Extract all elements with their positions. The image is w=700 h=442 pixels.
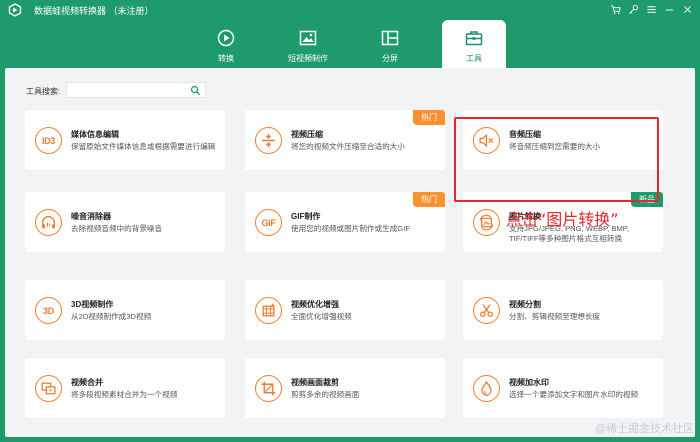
tool-search-input[interactable] xyxy=(70,84,185,96)
app-logo-icon xyxy=(8,3,22,17)
watermark-icon xyxy=(473,375,500,402)
scissors-icon xyxy=(473,297,500,324)
tool-card-noise-remover[interactable]: 噪音消除器 去除视频音频中的背景噪音 xyxy=(25,192,225,252)
compress-icon xyxy=(255,127,282,154)
tool-card-video-crop[interactable]: 视频画面裁剪 剪剪多余的视频画面 xyxy=(245,358,445,418)
search-icon[interactable] xyxy=(190,85,201,96)
audio-compress-icon xyxy=(473,127,500,154)
annotation-text: 点击“图片转换” xyxy=(506,210,619,229)
3d-icon: 3D xyxy=(35,297,62,324)
new-badge: 新品 xyxy=(631,192,663,207)
tab-convert[interactable]: 转换 xyxy=(194,20,258,68)
image-icon xyxy=(299,30,317,46)
enhance-icon xyxy=(255,297,282,324)
watermark-text: @稀土掘金技术社区 xyxy=(594,423,694,435)
tab-tools[interactable]: 工具 xyxy=(442,20,506,68)
tool-card-video-watermark[interactable]: 视频加水印 选择一个要添加文字和图片水印的视频 xyxy=(463,358,663,418)
minimize-icon[interactable] xyxy=(662,2,676,16)
title-bar: 数据蛙视频转换器 （未注册） xyxy=(0,0,700,20)
hot-badge: 热门 xyxy=(413,192,445,207)
tool-search-box xyxy=(66,82,206,98)
tool-card-video-compress[interactable]: 视频压缩 将您的视频文件压缩至合适的大小 热门 xyxy=(245,110,445,170)
tool-card-3d-video[interactable]: 3D 3D视频制作 从2D视频制作成3D视频 xyxy=(25,280,225,340)
gif-icon: GIF xyxy=(255,209,282,236)
tools-panel: 工具搜索: ID3 媒体信息编辑 保留原始文件媒体信息或根据需要进行编辑 视频压… xyxy=(5,68,695,437)
main-tabs: 转换 短视频制作 分屏 工具 xyxy=(0,20,700,68)
tool-card-audio-compress[interactable]: 音频压缩 将音频压缩到您需要的大小 xyxy=(463,110,663,170)
split-screen-icon xyxy=(381,30,399,46)
tool-card-video-enhance[interactable]: 视频优化增强 全面优化增强视频 xyxy=(245,280,445,340)
crop-icon xyxy=(255,375,282,402)
tab-short-video[interactable]: 短视频制作 xyxy=(276,20,340,68)
image-convert-icon xyxy=(473,209,500,236)
key-icon[interactable] xyxy=(626,2,640,16)
merge-icon xyxy=(35,375,62,402)
search-label: 工具搜索: xyxy=(26,87,61,96)
tab-split-screen[interactable]: 分屏 xyxy=(358,20,422,68)
tool-card-video-merge[interactable]: 视频合并 将多段视频素材合并为一个视频 xyxy=(25,358,225,418)
toolbox-icon xyxy=(465,31,483,46)
id3-icon: ID3 xyxy=(35,127,62,154)
app-title: 数据蛙视频转换器 （未注册） xyxy=(34,6,154,16)
close-icon[interactable] xyxy=(680,2,694,16)
hot-badge: 热门 xyxy=(413,110,445,125)
tool-card-video-split[interactable]: 视频分割 分割、剪辑视频至理想长度 xyxy=(463,280,663,340)
menu-icon[interactable] xyxy=(644,2,658,16)
cart-icon[interactable] xyxy=(608,2,622,16)
tool-card-gif-maker[interactable]: GIF GIF制作 使用您的视频或图片制作或生成GIF 热门 xyxy=(245,192,445,252)
tool-card-media-info[interactable]: ID3 媒体信息编辑 保留原始文件媒体信息或根据需要进行编辑 xyxy=(25,110,225,170)
convert-icon xyxy=(217,29,235,47)
window-controls xyxy=(608,2,694,16)
headphone-icon xyxy=(35,209,62,236)
